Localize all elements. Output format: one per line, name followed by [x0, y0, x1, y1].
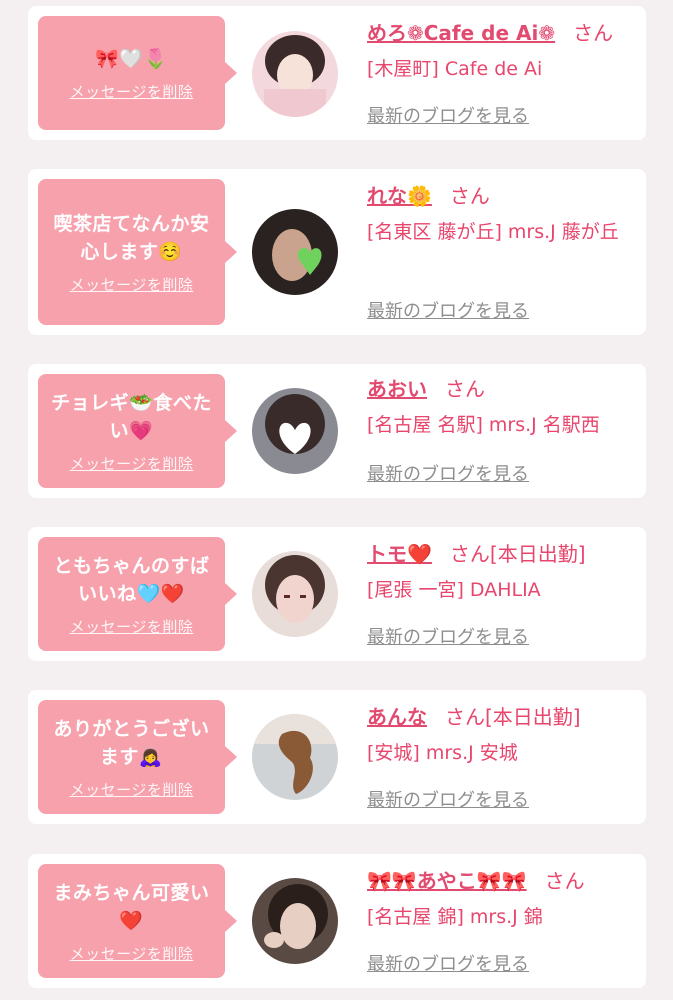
honorific: さん	[449, 184, 490, 208]
latest-blog-link[interactable]: 最新のブログを見る	[367, 102, 529, 128]
profile-info: 🎀🎀あやこ🎀🎀 さん [名古屋 錦] mrs.J 錦	[367, 866, 642, 934]
attendance-badge: [本日出勤]	[485, 705, 581, 729]
avatar[interactable]	[252, 714, 338, 800]
shop-text: [名古屋 名駅] mrs.J 名駅西	[367, 414, 600, 436]
delete-message-link[interactable]: メッセージを削除	[70, 453, 194, 474]
favorite-card: 🎀🤍🌷 メッセージを削除 めろ❁Cafe de Ai❁ さん [木屋町] Cafe…	[28, 6, 646, 140]
delete-message-link[interactable]: メッセージを削除	[70, 274, 194, 295]
favorite-card: まみちゃん可愛い❤️ メッセージを削除 🎀🎀あやこ🎀🎀 さん [名古屋 錦] mr…	[28, 854, 646, 988]
avatar[interactable]	[252, 388, 338, 474]
message-text: ともちゃんのすばいいね🩵❤️	[53, 554, 210, 605]
message-bubble: 🎀🤍🌷 メッセージを削除	[38, 16, 237, 130]
message-text: ありがとうございます🙇‍♀️	[53, 717, 210, 768]
name-link[interactable]: 🎀🎀あやこ🎀🎀	[367, 869, 527, 893]
favorites-list: 🎀🤍🌷 メッセージを削除 めろ❁Cafe de Ai❁ さん [木屋町] Cafe…	[0, 0, 673, 1000]
shop-text: [名東区 藤が丘] mrs.J 藤が丘	[367, 221, 619, 243]
avatar[interactable]	[252, 31, 338, 117]
message-bubble: チョレギ🥗食べたい💗 メッセージを削除	[38, 374, 237, 488]
profile-info: トモ❤️ さん[本日出勤] [尾張 一宮] DAHLIA	[367, 539, 642, 607]
favorite-card: 喫茶店てなんか安心します☺️ メッセージを削除 れな🌼 さん [名東区 藤が丘] …	[28, 169, 646, 335]
avatar[interactable]	[252, 551, 338, 637]
favorite-card: チョレギ🥗食べたい💗 メッセージを削除 あおい さん [名古屋 名駅] mrs.J…	[28, 364, 646, 498]
latest-blog-link[interactable]: 最新のブログを見る	[367, 786, 529, 812]
message-bubble: 喫茶店てなんか安心します☺️ メッセージを削除	[38, 179, 237, 325]
name-link[interactable]: めろ❁Cafe de Ai❁	[367, 21, 555, 45]
profile-info: れな🌼 さん [名東区 藤が丘] mrs.J 藤が丘	[367, 181, 642, 249]
message-bubble: ありがとうございます🙇‍♀️ メッセージを削除	[38, 700, 237, 814]
shop-text: [木屋町] Cafe de Ai	[367, 58, 543, 80]
profile-info: あんな さん[本日出勤] [安城] mrs.J 安城	[367, 702, 642, 770]
delete-message-link[interactable]: メッセージを削除	[70, 81, 194, 102]
message-text: 喫茶店てなんか安心します☺️	[53, 212, 210, 263]
favorite-card: ありがとうございます🙇‍♀️ メッセージを削除 あんな さん[本日出勤] [安城]…	[28, 690, 646, 824]
message-text: チョレギ🥗食べたい💗	[51, 391, 212, 442]
message-bubble: まみちゃん可愛い❤️ メッセージを削除	[38, 864, 237, 978]
avatar[interactable]	[252, 209, 338, 295]
latest-blog-link[interactable]: 最新のブログを見る	[367, 460, 529, 486]
attendance-badge: [本日出勤]	[489, 542, 586, 566]
name-link[interactable]: あんな	[367, 705, 427, 729]
profile-info: めろ❁Cafe de Ai❁ さん [木屋町] Cafe de Ai	[367, 18, 642, 86]
latest-blog-link[interactable]: 最新のブログを見る	[367, 623, 529, 649]
name-link[interactable]: れな🌼	[367, 184, 432, 208]
delete-message-link[interactable]: メッセージを削除	[70, 616, 194, 637]
shop-text: [尾張 一宮] DAHLIA	[367, 579, 541, 601]
honorific: さん	[573, 21, 614, 45]
message-text: まみちゃん可愛い❤️	[53, 881, 210, 932]
shop-text: [安城] mrs.J 安城	[367, 742, 518, 764]
name-link[interactable]: あおい	[367, 377, 427, 401]
honorific: さん	[544, 869, 585, 893]
honorific: さん	[445, 705, 485, 729]
favorite-card: ともちゃんのすばいいね🩵❤️ メッセージを削除 トモ❤️ さん[本日出勤] [尾張…	[28, 527, 646, 661]
delete-message-link[interactable]: メッセージを削除	[70, 943, 194, 964]
message-bubble: ともちゃんのすばいいね🩵❤️ メッセージを削除	[38, 537, 237, 651]
latest-blog-link[interactable]: 最新のブログを見る	[367, 950, 529, 976]
name-link[interactable]: トモ❤️	[367, 542, 432, 566]
delete-message-link[interactable]: メッセージを削除	[70, 779, 194, 800]
avatar[interactable]	[252, 878, 338, 964]
honorific: さん	[449, 542, 490, 566]
latest-blog-link[interactable]: 最新のブログを見る	[367, 297, 529, 323]
message-text: 🎀🤍🌷	[95, 47, 168, 70]
shop-text: [名古屋 錦] mrs.J 錦	[367, 906, 543, 928]
profile-info: あおい さん [名古屋 名駅] mrs.J 名駅西	[367, 374, 642, 442]
honorific: さん	[445, 377, 485, 401]
